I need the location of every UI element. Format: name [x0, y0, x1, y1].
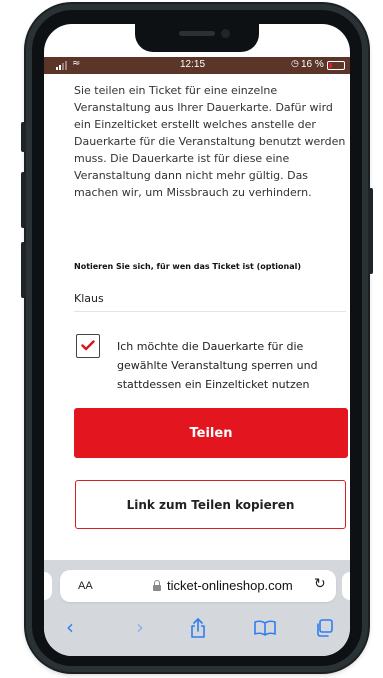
front-camera	[221, 29, 230, 38]
share-button[interactable]: Teilen	[74, 408, 348, 458]
address-bar[interactable]: AA ticket-onlineshop.com ↻	[60, 570, 336, 602]
text-size-button[interactable]: AA	[78, 580, 93, 592]
notch	[135, 24, 259, 52]
alarm-icon: ◷	[291, 59, 299, 69]
volume-down-button	[21, 242, 26, 298]
phone-screen: ≈ 12:15 ◷ 16 % Sie teilen ein Ticket für…	[44, 24, 350, 656]
next-tab-peek[interactable]	[342, 572, 350, 600]
forward-icon[interactable]: ›	[136, 615, 144, 639]
back-icon[interactable]: ‹	[66, 615, 74, 639]
lock-icon	[153, 580, 161, 591]
wifi-icon: ≈	[72, 58, 81, 69]
power-button	[368, 188, 373, 274]
copy-link-button[interactable]: Link zum Teilen kopieren	[75, 480, 346, 529]
bookmarks-icon[interactable]	[254, 620, 276, 636]
cellular-signal-icon	[56, 61, 67, 70]
battery-percent: 16 %	[301, 59, 324, 70]
previous-tab-peek[interactable]	[44, 572, 52, 600]
info-text: Sie teilen ein Ticket für eine einzelne …	[74, 84, 346, 199]
checkmark-icon	[81, 340, 95, 351]
reload-icon[interactable]: ↻	[314, 576, 326, 592]
speaker	[179, 31, 215, 36]
silent-switch	[21, 122, 26, 152]
share-info: Sie teilen ein Ticket für eine einzelne …	[74, 82, 348, 201]
recipient-label: Notieren Sie sich, für wen das Ticket is…	[74, 262, 302, 271]
checkbox-label: Ich möchte die Dauerkarte für die gewähl…	[117, 340, 318, 391]
url-text[interactable]: ticket-onlineshop.com	[167, 578, 293, 593]
safari-bottom-bar: AA ticket-onlineshop.com ↻ ‹ ›	[44, 560, 350, 656]
status-bar: ≈ 12:15 ◷ 16 %	[44, 57, 350, 74]
volume-up-button	[21, 172, 26, 228]
recipient-input[interactable]	[74, 286, 346, 312]
status-time: 12:15	[180, 59, 206, 70]
share-icon[interactable]	[190, 618, 206, 638]
battery-icon	[327, 61, 345, 70]
block-season-ticket-checkbox[interactable]	[76, 334, 100, 358]
browser-toolbar: ‹ ›	[44, 610, 350, 650]
tabs-icon[interactable]	[315, 619, 333, 637]
